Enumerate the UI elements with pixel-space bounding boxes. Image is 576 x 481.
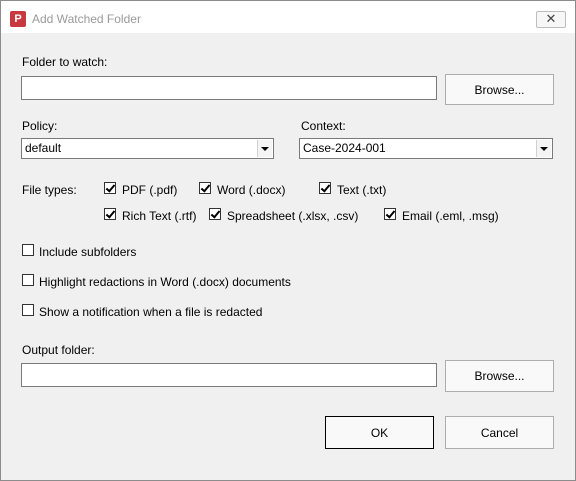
folder-label: Folder to watch: <box>22 55 108 69</box>
ok-button[interactable]: OK <box>325 416 434 449</box>
include-subfolders-label: Include subfolders <box>39 245 137 259</box>
text-checkbox[interactable] <box>319 182 331 194</box>
chevron-down-icon[interactable] <box>536 140 551 157</box>
file-types-label: File types: <box>22 183 77 197</box>
close-button[interactable]: ✕ <box>536 11 566 28</box>
show-notification-label: Show a notification when a file is redac… <box>39 305 263 319</box>
highlight-redactions-checkbox[interactable] <box>22 274 34 286</box>
close-icon: ✕ <box>545 11 557 26</box>
context-select[interactable]: Case-2024-001 <box>299 138 553 159</box>
include-subfolders-checkbox[interactable] <box>22 244 34 256</box>
pdf-checkbox[interactable] <box>104 182 116 194</box>
text-checkbox-label: Text (.txt) <box>337 183 387 197</box>
email-checkbox[interactable] <box>384 208 396 220</box>
show-notification-checkbox[interactable] <box>22 304 34 316</box>
word-checkbox-label: Word (.docx) <box>217 183 286 197</box>
window-title: Add Watched Folder <box>32 12 141 26</box>
output-browse-button[interactable]: Browse... <box>445 360 554 392</box>
cancel-button[interactable]: Cancel <box>445 416 554 449</box>
app-icon: P <box>10 11 26 27</box>
spreadsheet-checkbox[interactable] <box>209 208 221 220</box>
rtf-checkbox[interactable] <box>104 208 116 220</box>
policy-select[interactable]: default <box>21 138 274 159</box>
spreadsheet-checkbox-label: Spreadsheet (.xlsx, .csv) <box>227 209 359 223</box>
context-selected-value: Case-2024-001 <box>303 141 386 155</box>
title-bar: P Add Watched Folder ✕ <box>1 1 575 33</box>
policy-label: Policy: <box>22 119 58 133</box>
chevron-down-icon[interactable] <box>257 140 272 157</box>
policy-selected-value: default <box>25 141 62 155</box>
highlight-redactions-label: Highlight redactions in Word (.docx) doc… <box>39 275 291 289</box>
context-label: Context: <box>301 119 346 133</box>
folder-browse-button[interactable]: Browse... <box>445 74 554 105</box>
add-watched-folder-dialog: P Add Watched Folder ✕ Folder to watch: … <box>0 0 576 481</box>
output-folder-label: Output folder: <box>22 343 95 357</box>
folder-input[interactable] <box>21 76 437 100</box>
rtf-checkbox-label: Rich Text (.rtf) <box>122 209 197 223</box>
word-checkbox[interactable] <box>199 182 211 194</box>
output-folder-input[interactable] <box>21 363 437 387</box>
pdf-checkbox-label: PDF (.pdf) <box>122 183 178 197</box>
email-checkbox-label: Email (.eml, .msg) <box>402 209 499 223</box>
